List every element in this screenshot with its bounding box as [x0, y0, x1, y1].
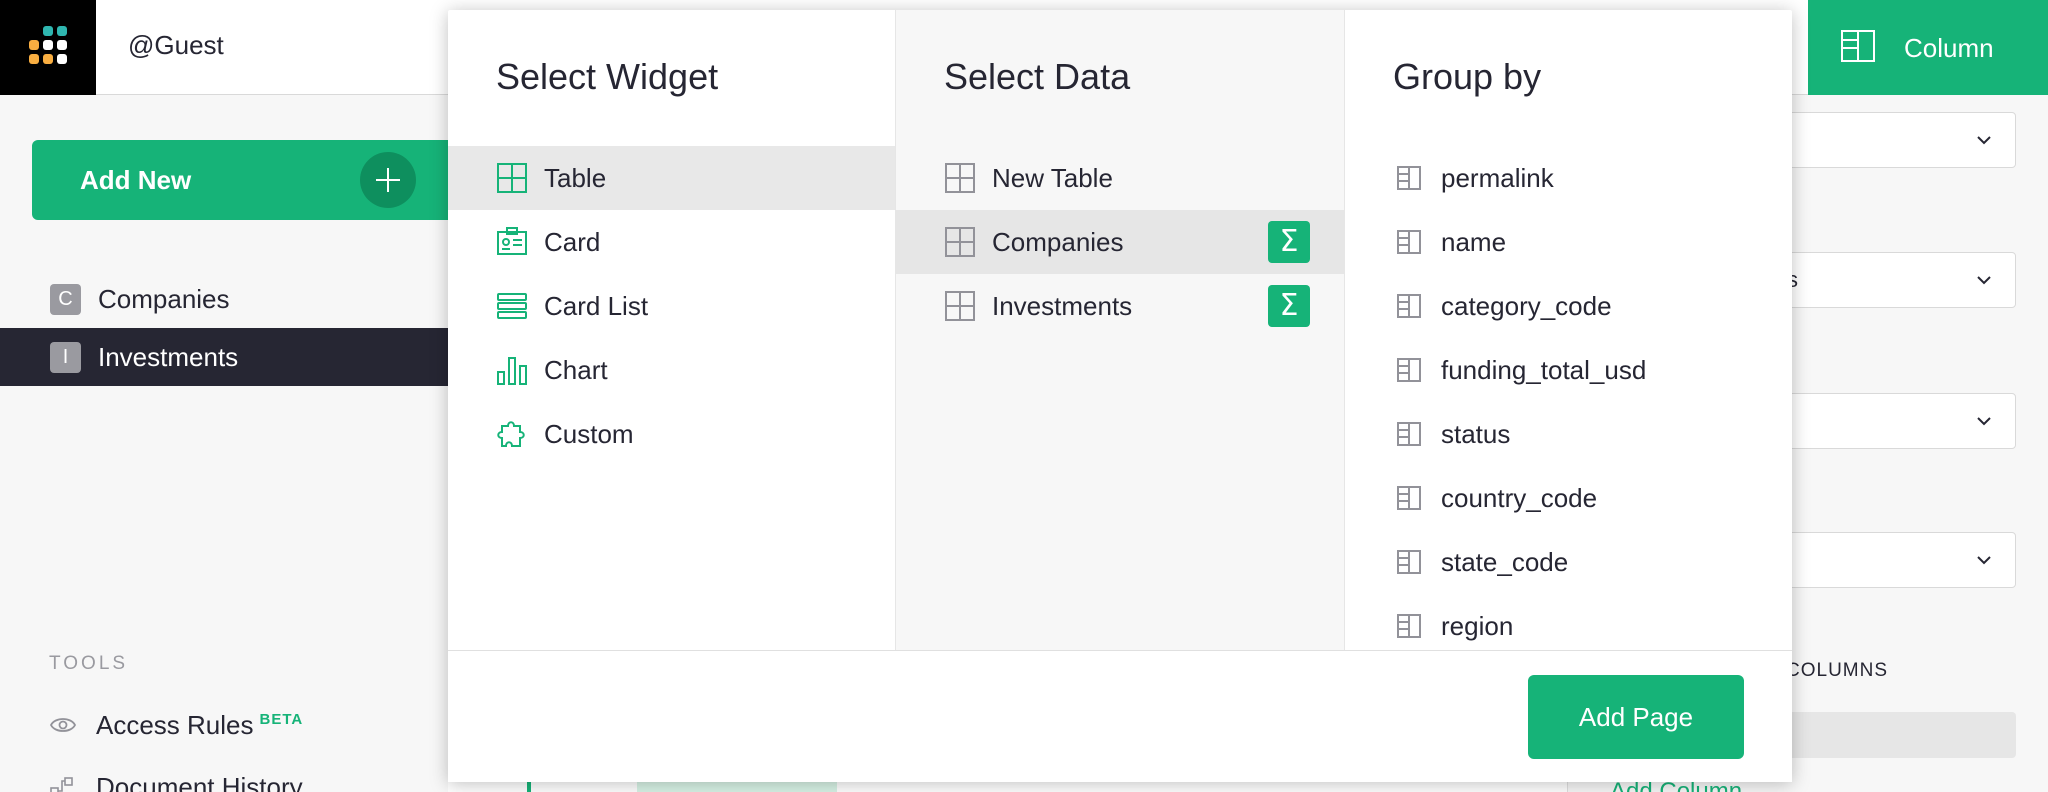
field-label: funding_total_usd — [1441, 355, 1647, 385]
page-label: Investments — [98, 342, 239, 372]
widget-option-card[interactable]: Card — [448, 210, 895, 274]
data-label: Investments — [992, 291, 1133, 321]
chevron-down-icon — [1977, 556, 1991, 565]
widget-label: Chart — [544, 355, 608, 385]
table-icon — [945, 227, 975, 257]
card-list-icon — [497, 293, 527, 319]
page-item-investments[interactable]: I Investments — [0, 328, 448, 386]
widget-option-custom[interactable]: Custom — [448, 402, 895, 466]
card-icon — [497, 227, 527, 255]
tools-heading: TOOLS — [49, 653, 129, 674]
data-option-investments[interactable]: Investments Σ — [896, 274, 1344, 338]
right-panel-select[interactable] — [1786, 393, 2016, 449]
columns-list-item[interactable] — [1786, 712, 2016, 758]
field-label: country_code — [1441, 483, 1598, 513]
select-data-column: Select Data New Table Companies Σ Invest… — [895, 10, 1345, 650]
history-icon — [50, 777, 73, 792]
page-initial: C — [50, 284, 81, 315]
tool-label: Document History — [96, 772, 303, 792]
select-widget-column: Select Widget Table Card Card List Chart… — [448, 10, 895, 650]
summary-sigma-button[interactable]: Σ — [1268, 285, 1310, 327]
data-option-companies[interactable]: Companies Σ — [896, 210, 1344, 274]
chevron-down-icon — [1977, 417, 1991, 426]
widget-option-card-list[interactable]: Card List — [448, 274, 895, 338]
group-by-field[interactable]: permalink — [1345, 146, 1792, 210]
column-tab[interactable]: Column — [1808, 0, 2048, 95]
add-new-button[interactable]: Add New — [32, 140, 448, 220]
widget-option-chart[interactable]: Chart — [448, 338, 895, 402]
add-page-modal: Select Widget Table Card Card List Chart… — [448, 10, 1792, 782]
plus-icon — [360, 152, 416, 208]
group-by-column: Group by permalink name category_codefundi… — [1345, 10, 1792, 650]
grist-logo-icon — [29, 26, 67, 64]
table-icon — [945, 291, 975, 321]
field-label: category_code — [1441, 291, 1612, 321]
group-by-field[interactable]: country_code — [1345, 466, 1792, 530]
field-icon — [1397, 422, 1421, 446]
right-panel-select[interactable] — [1786, 112, 2016, 168]
summary-sigma-button[interactable]: Σ — [1268, 221, 1310, 263]
data-label: Companies — [992, 227, 1124, 257]
widget-label: Table — [544, 163, 607, 193]
add-new-label: Add New — [80, 165, 192, 195]
puzzle-icon — [497, 421, 525, 447]
user-name[interactable]: @Guest — [128, 30, 224, 61]
field-icon — [1397, 550, 1421, 574]
page-initial: I — [50, 342, 81, 373]
field-label: permalink — [1441, 163, 1554, 193]
modal-footer: Add Page — [448, 650, 1792, 782]
columns-section-label: COLUMNS — [1786, 660, 1889, 681]
field-icon — [1397, 166, 1421, 190]
right-panel-select[interactable] — [1786, 532, 2016, 588]
chart-icon — [497, 357, 527, 385]
page-item-companies[interactable]: C Companies — [0, 270, 448, 328]
beta-badge: BETA — [259, 711, 304, 729]
field-label: region — [1441, 611, 1514, 641]
widget-label: Custom — [544, 419, 634, 449]
table-icon — [945, 163, 975, 193]
right-panel-select[interactable]: s — [1786, 252, 2016, 308]
group-by-title: Group by — [1393, 56, 1542, 97]
tool-label: Access Rules — [96, 710, 254, 740]
select-widget-title: Select Widget — [496, 56, 719, 97]
group-by-field[interactable]: category_code — [1345, 274, 1792, 338]
widget-label: Card — [544, 227, 601, 257]
group-by-field[interactable]: region — [1345, 594, 1792, 650]
group-by-field[interactable]: state_code — [1345, 530, 1792, 594]
group-by-field[interactable]: funding_total_usd — [1345, 338, 1792, 402]
eye-icon — [50, 718, 76, 732]
group-by-field[interactable]: name — [1345, 210, 1792, 274]
field-icon — [1397, 230, 1421, 254]
page-label: Companies — [98, 284, 230, 314]
select-data-title: Select Data — [944, 56, 1131, 97]
column-icon — [1841, 30, 1875, 62]
column-tab-label: Column — [1904, 33, 1994, 63]
app-logo[interactable] — [0, 0, 96, 95]
data-option-new-table[interactable]: New Table — [896, 146, 1344, 210]
data-label: New Table — [992, 163, 1113, 193]
field-icon — [1397, 614, 1421, 638]
field-label: state_code — [1441, 547, 1569, 577]
chevron-down-icon — [1977, 136, 1991, 145]
add-page-button[interactable]: Add Page — [1528, 675, 1744, 759]
field-label: status — [1441, 419, 1511, 449]
field-icon — [1397, 358, 1421, 382]
widget-option-table[interactable]: Table — [448, 146, 895, 210]
chevron-down-icon — [1977, 276, 1991, 285]
field-icon — [1397, 486, 1421, 510]
widget-label: Card List — [544, 291, 649, 321]
group-by-field[interactable]: status — [1345, 402, 1792, 466]
table-icon — [497, 163, 527, 193]
field-label: name — [1441, 227, 1507, 257]
field-icon — [1397, 294, 1421, 318]
